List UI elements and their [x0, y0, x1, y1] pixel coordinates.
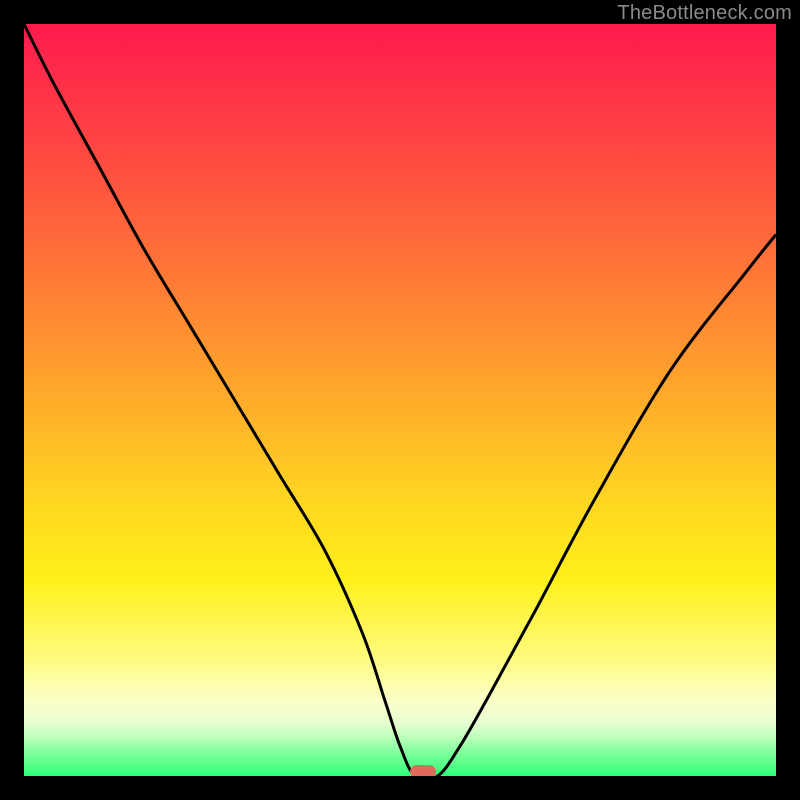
- chart-frame: TheBottleneck.com: [0, 0, 800, 800]
- plot-area: [24, 24, 776, 776]
- watermark-text: TheBottleneck.com: [617, 2, 792, 25]
- optimal-marker: [410, 765, 436, 776]
- bottleneck-curve: [24, 24, 776, 776]
